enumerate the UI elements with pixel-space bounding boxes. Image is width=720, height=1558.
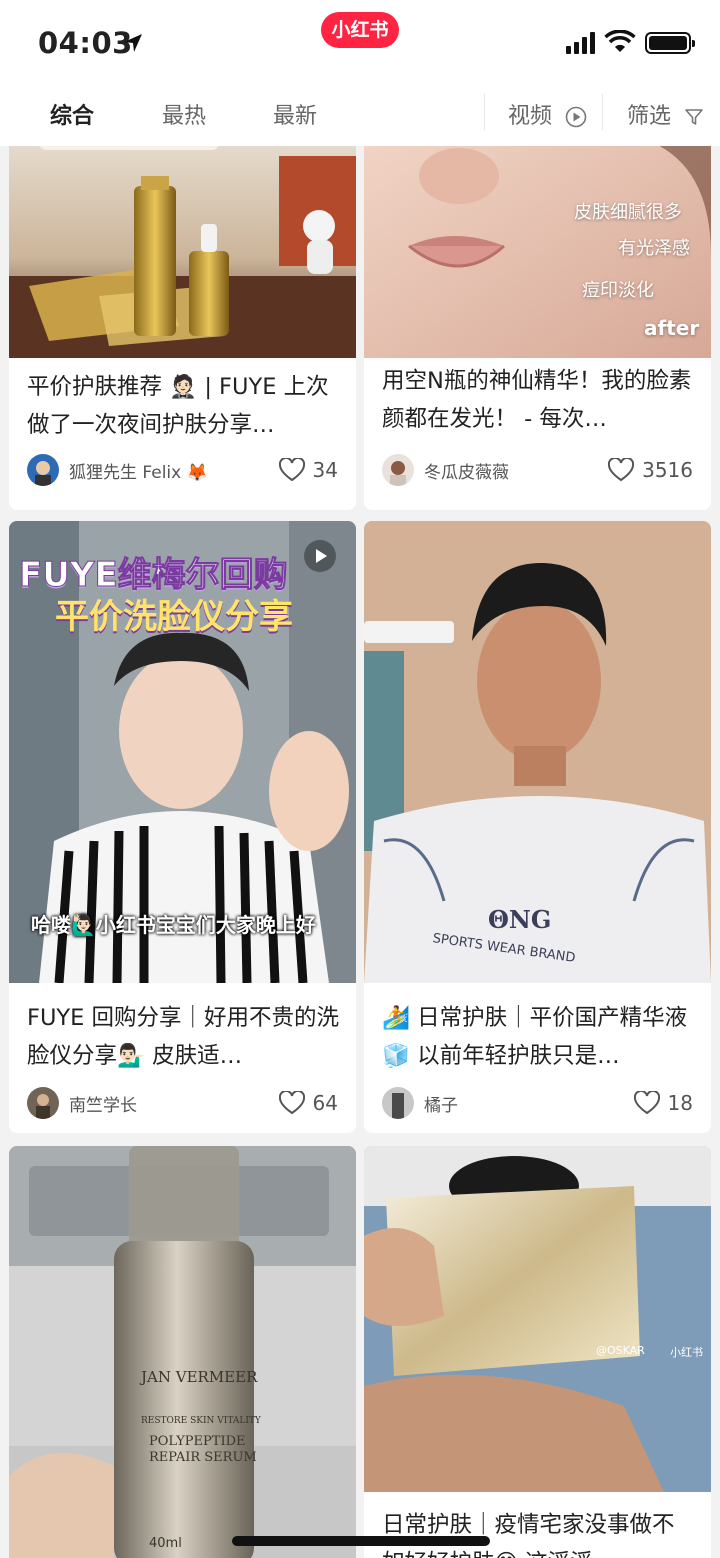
note-cover-image (9, 146, 356, 358)
image-caption: 皮肤细腻很多 (574, 202, 682, 223)
note-author[interactable]: 狐狸先生 Felix 🦊 (27, 454, 208, 486)
note-author[interactable]: 冬瓜皮薇薇 (382, 454, 509, 486)
author-avatar (27, 454, 59, 486)
search-filter-tabs: 综合 最热 最新 视频 筛选 (0, 86, 720, 146)
note-cover-image: 皮肤细腻很多 有光泽感 痘印淡化 after (364, 146, 711, 358)
note-card[interactable]: ΘNG SPORTS WEAR BRAND 🏄 日常护肤｜平价国产精华液 🧊 以… (364, 521, 711, 1133)
note-card[interactable]: JAN VERMEER RESTORE SKIN VITALITY POLYPE… (9, 1146, 356, 1558)
watermark-text: @OSKAR (596, 1344, 645, 1357)
tab-video[interactable]: 视频 (508, 98, 587, 130)
tab-divider (484, 94, 485, 130)
shirt-logo-text: ΘNG (488, 905, 552, 934)
image-caption: 有光泽感 (618, 238, 690, 259)
note-card[interactable]: 皮肤细腻很多 有光泽感 痘印淡化 after 用空N瓶的神仙精华！我的脸素颜都在… (364, 146, 711, 510)
notes-feed[interactable]: 平价护肤推荐 🤵🏻 | FUYE 上次做了一次夜间护肤分享… 狐狸先生 Feli… (0, 146, 720, 1558)
bottle-label-text: POLYPEPTIDE (149, 1434, 246, 1449)
note-author[interactable]: 南竺学长 (27, 1087, 137, 1119)
image-caption: 平价洗脸仪分享 (55, 597, 293, 637)
like-button[interactable]: 64 (278, 1087, 338, 1119)
like-count: 34 (312, 458, 338, 482)
heart-icon (278, 458, 305, 482)
author-avatar (382, 1087, 414, 1119)
heart-icon (608, 458, 635, 482)
note-title[interactable]: 🏄 日常护肤｜平价国产精华液 🧊 以前年轻护肤只是… (382, 999, 695, 1075)
author-name: 狐狸先生 Felix 🦊 (69, 462, 208, 483)
like-count: 3516 (642, 458, 693, 482)
watermark-text: 小红书 (670, 1346, 703, 1359)
filter-icon (685, 109, 703, 125)
note-author[interactable]: 橘子 (382, 1087, 458, 1119)
location-arrow-icon (124, 34, 142, 52)
image-caption: 哈喽🙋🏻‍♂️小红书宝宝们大家晚上好 (31, 913, 316, 937)
tab-divider (602, 94, 603, 130)
note-card[interactable]: 平价护肤推荐 🤵🏻 | FUYE 上次做了一次夜间护肤分享… 狐狸先生 Feli… (9, 146, 356, 510)
author-name: 南竺学长 (69, 1095, 137, 1116)
home-indicator[interactable] (232, 1536, 490, 1546)
tab-comprehensive[interactable]: 综合 (50, 98, 94, 130)
note-cover-image: ΘNG SPORTS WEAR BRAND (364, 521, 711, 983)
like-count: 64 (312, 1091, 338, 1115)
note-card[interactable]: FUYE维梅尔回购 平价洗脸仪分享 哈喽🙋🏻‍♂️小红书宝宝们大家晚上好 FUY… (9, 521, 356, 1133)
like-button[interactable]: 34 (278, 454, 338, 486)
cellular-signal-icon (566, 32, 595, 54)
note-cover-image: FUYE维梅尔回购 平价洗脸仪分享 哈喽🙋🏻‍♂️小红书宝宝们大家晚上好 (9, 521, 356, 983)
image-caption: after (644, 316, 700, 340)
note-cover-image: JAN VERMEER RESTORE SKIN VITALITY POLYPE… (9, 1146, 356, 1558)
note-cover-image: @OSKAR 小红书 (364, 1146, 711, 1492)
app-logo: 小红书 (321, 12, 399, 48)
filter-button[interactable]: 筛选 (627, 98, 704, 130)
tab-hottest[interactable]: 最热 (162, 98, 206, 130)
status-bar: 04:03 小红书 (0, 0, 720, 86)
note-title[interactable]: FUYE 回购分享｜好用不贵的洗脸仪分享💁🏻‍♂️ 皮肤适… (27, 999, 340, 1075)
bottle-brand-text: JAN VERMEER (141, 1368, 258, 1386)
note-title[interactable]: 平价护肤推荐 🤵🏻 | FUYE 上次做了一次夜间护肤分享… (27, 368, 340, 444)
author-name: 冬瓜皮薇薇 (424, 462, 509, 483)
wifi-icon (604, 30, 636, 52)
author-avatar (382, 454, 414, 486)
note-card[interactable]: @OSKAR 小红书 日常护肤｜疫情宅家没事做不如好好护肤😋 这浮浮… (364, 1146, 711, 1558)
bottle-label-text: RESTORE SKIN VITALITY (141, 1416, 261, 1426)
note-title[interactable]: 用空N瓶的神仙精华！我的脸素颜都在发光！ - 每次… (382, 362, 695, 438)
note-title[interactable]: 日常护肤｜疫情宅家没事做不如好好护肤😋 这浮浮… (382, 1506, 695, 1558)
tab-newest[interactable]: 最新 (273, 98, 317, 130)
bottle-label-text: REPAIR SERUM (149, 1450, 257, 1465)
bottle-volume-text: 40ml (149, 1536, 182, 1551)
like-button[interactable]: 3516 (608, 454, 693, 486)
status-time: 04:03 (38, 26, 133, 60)
image-caption: 痘印淡化 (582, 280, 654, 301)
video-play-icon (304, 540, 336, 572)
like-count: 18 (667, 1091, 693, 1115)
heart-icon (633, 1091, 660, 1115)
author-name: 橘子 (424, 1095, 458, 1116)
battery-icon (645, 32, 695, 54)
play-circle-icon (565, 106, 587, 128)
author-avatar (27, 1087, 59, 1119)
like-button[interactable]: 18 (633, 1087, 693, 1119)
heart-icon (278, 1091, 305, 1115)
